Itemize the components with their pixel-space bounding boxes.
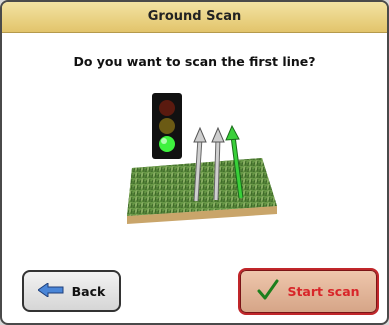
check-icon: [257, 279, 279, 304]
back-button-label: Back: [71, 283, 106, 299]
grass-patch-icon: [127, 158, 277, 224]
traffic-light-icon: [152, 93, 182, 159]
dialog-title: Ground Scan: [2, 2, 387, 33]
arrow-left-icon: [36, 281, 64, 300]
start-scan-label: Start scan: [287, 284, 360, 299]
back-button[interactable]: Back: [22, 270, 121, 312]
scan-question: Do you want to scan the first line?: [73, 54, 316, 69]
ground-scan-dialog: Ground Scan Do you want to scan the firs…: [0, 0, 389, 325]
start-scan-button[interactable]: Start scan: [238, 268, 379, 315]
scan-illustration: [127, 93, 277, 224]
